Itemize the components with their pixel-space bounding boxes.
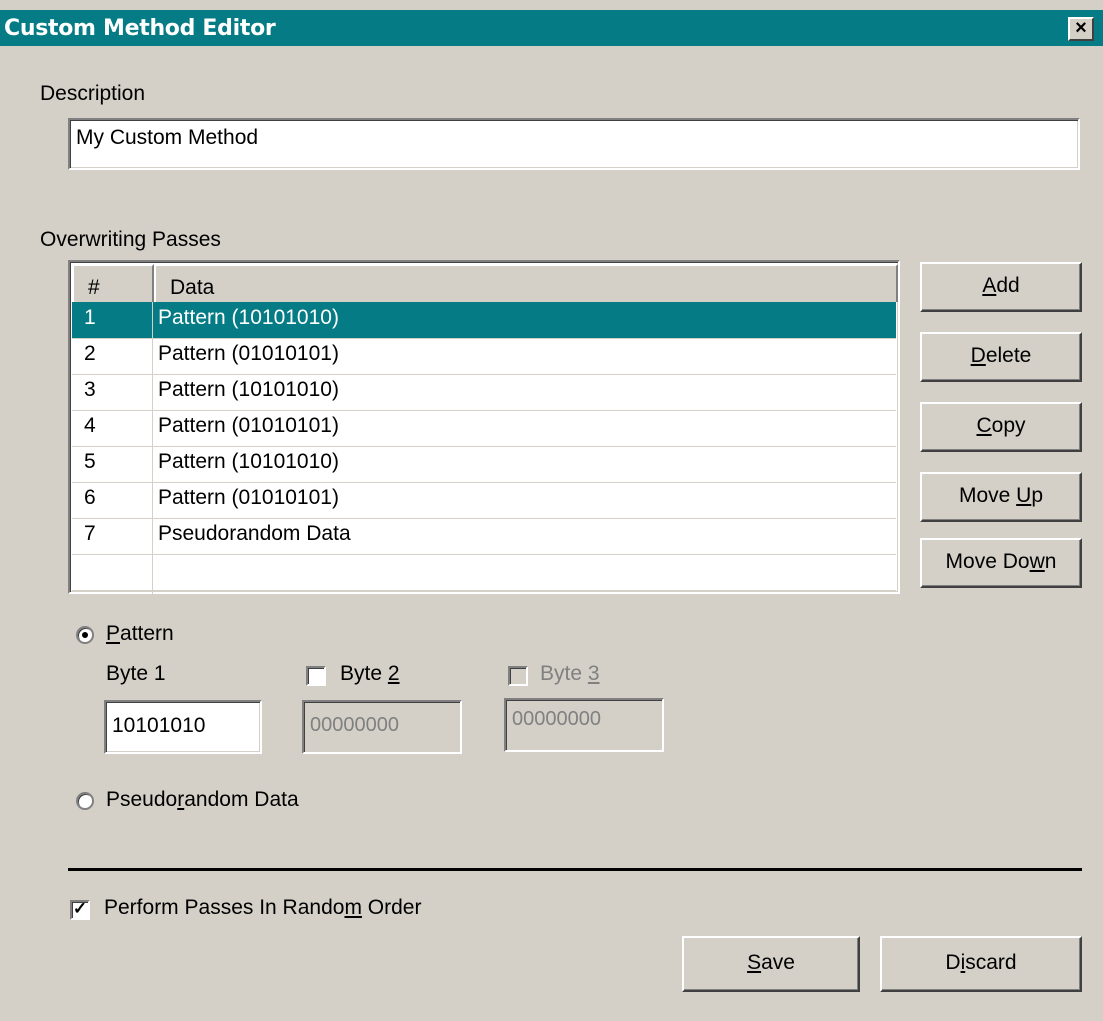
pattern-radio-label[interactable]: Pattern: [106, 622, 174, 646]
window-title: Custom Method Editor: [4, 16, 276, 41]
column-separator: [152, 374, 153, 410]
description-label: Description: [40, 82, 146, 105]
row-number: 3: [84, 378, 96, 401]
row-data: Pattern (10101010): [158, 378, 339, 401]
pseudorandom-radio-label[interactable]: Pseudorandom Data: [106, 788, 299, 812]
add-button[interactable]: Add: [920, 262, 1082, 312]
column-separator: [152, 302, 153, 338]
table-row[interactable]: 7 Pseudorandom Data: [72, 518, 896, 555]
byte1-input[interactable]: 10101010: [104, 700, 262, 754]
copy-button[interactable]: Copy: [920, 402, 1082, 452]
random-order-label[interactable]: Perform Passes In Random Order: [104, 896, 421, 920]
table-row[interactable]: 1 Pattern (10101010): [72, 302, 896, 339]
row-data: Pattern (01010101): [158, 342, 339, 365]
row-number: 7: [84, 522, 96, 545]
pattern-radio[interactable]: [76, 626, 94, 644]
close-button[interactable]: ×: [1068, 17, 1094, 41]
overwriting-passes-label: Overwriting Passes: [40, 228, 221, 251]
byte2-input[interactable]: 00000000: [302, 700, 462, 754]
description-value: My Custom Method: [76, 126, 259, 149]
move-down-button[interactable]: Move Down: [920, 538, 1082, 588]
passes-list[interactable]: # Data 1 Pattern (10101010) 2 Pattern (0101…: [68, 260, 900, 627]
column-separator: [152, 518, 153, 554]
title-bar[interactable]: Custom Method Editor ×: [0, 10, 1103, 46]
save-button[interactable]: Save: [682, 936, 860, 992]
byte2-label[interactable]: Byte 2: [340, 662, 400, 686]
row-number: 5: [84, 450, 96, 473]
column-header-data[interactable]: Data: [154, 264, 898, 302]
byte1-label: Byte 1: [106, 662, 166, 685]
delete-button[interactable]: Delete: [920, 332, 1082, 382]
close-icon: ×: [1075, 17, 1087, 39]
column-header-number[interactable]: #: [72, 264, 154, 302]
byte3-checkbox[interactable]: [508, 666, 528, 686]
row-data: Pattern (10101010): [158, 450, 339, 473]
move-up-button[interactable]: Move Up: [920, 472, 1082, 522]
row-data: Pseudorandom Data: [158, 522, 351, 545]
table-row[interactable]: 2 Pattern (01010101): [72, 338, 896, 375]
row-data: Pattern (01010101): [158, 414, 339, 437]
description-input[interactable]: My Custom Method: [68, 118, 1080, 170]
discard-button[interactable]: Discard: [880, 936, 1082, 992]
table-row[interactable]: [72, 554, 896, 591]
custom-method-editor-window: Custom Method Editor × Description My Cu…: [0, 0, 1103, 1021]
table-row[interactable]: 5 Pattern (10101010): [72, 446, 896, 483]
random-order-checkbox[interactable]: ✓: [70, 900, 90, 920]
byte1-value: 10101010: [112, 714, 206, 737]
byte2-value: 00000000: [310, 714, 399, 736]
table-row[interactable]: 6 Pattern (01010101): [72, 482, 896, 519]
pseudorandom-radio[interactable]: [76, 792, 94, 810]
row-data: Pattern (10101010): [158, 306, 339, 329]
row-data: Pattern (01010101): [158, 486, 339, 509]
byte3-value: 00000000: [512, 708, 601, 730]
row-number: 4: [84, 414, 96, 437]
column-separator: [152, 446, 153, 482]
column-separator: [152, 338, 153, 374]
divider: [68, 868, 1082, 871]
column-separator: [152, 482, 153, 518]
column-separator: [152, 410, 153, 446]
table-row[interactable]: 3 Pattern (10101010): [72, 374, 896, 411]
column-separator: [152, 590, 153, 626]
column-separator: [152, 554, 153, 590]
byte3-label: Byte 3: [540, 662, 600, 685]
list-header: # Data: [72, 264, 898, 302]
table-row[interactable]: 4 Pattern (01010101): [72, 410, 896, 447]
byte2-checkbox[interactable]: [306, 666, 326, 686]
row-number: 2: [84, 342, 96, 365]
row-number: 6: [84, 486, 96, 509]
row-number: 1: [84, 306, 96, 329]
table-row[interactable]: [72, 590, 896, 627]
byte3-input: 00000000: [504, 698, 664, 752]
